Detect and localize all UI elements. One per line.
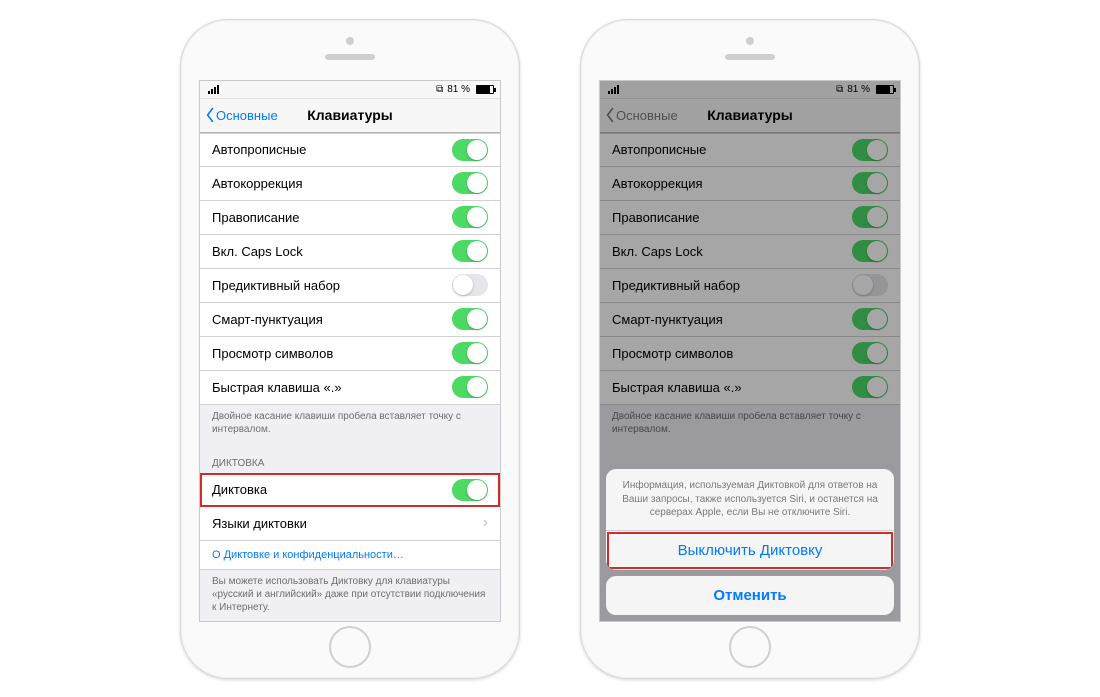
settings-list[interactable]: Автопрописные Автокоррекция Правописание Вк… (200, 133, 500, 621)
back-button[interactable]: Основные (204, 107, 278, 123)
camera-dot (346, 37, 354, 45)
action-sheet-group: Информация, используемая Диктовкой для о… (606, 469, 894, 570)
settings-row[interactable]: Просмотр символов (200, 337, 500, 371)
settings-row-label: Вкл. Caps Lock (212, 244, 303, 259)
chevron-right-icon: › (483, 514, 488, 532)
dictation-privacy-link[interactable]: О Диктовке и конфиденциальности… (200, 541, 500, 570)
settings-footer: Двойное касание клавиши пробела вставляе… (200, 405, 500, 447)
phone-frame-left: ⧉ 81 % Основные Клавиатуры Автопрописные… (180, 19, 520, 679)
dictation-languages-row[interactable]: Языки диктовки › (200, 507, 500, 541)
settings-toggle[interactable] (452, 342, 488, 364)
dictation-header: ДИКТОВКА (200, 447, 500, 473)
back-label: Основные (216, 108, 278, 123)
settings-toggle[interactable] (452, 139, 488, 161)
settings-row[interactable]: Быстрая клавиша «.» (200, 371, 500, 405)
settings-row-label: Автопрописные (212, 142, 306, 157)
nav-title: Клавиатуры (307, 107, 393, 123)
settings-row[interactable]: Вкл. Caps Lock (200, 235, 500, 269)
settings-toggle[interactable] (452, 240, 488, 262)
settings-row-label: Правописание (212, 210, 300, 225)
home-button[interactable] (329, 626, 371, 668)
action-sheet-cancel-group: Отменить (606, 576, 894, 615)
nav-bar: Основные Клавиатуры (200, 99, 500, 133)
settings-toggle[interactable] (452, 206, 488, 228)
settings-row-label: Смарт-пунктуация (212, 312, 323, 327)
camera-dot (746, 37, 754, 45)
battery-percent: 81 % (447, 84, 470, 95)
dictation-footer: Вы можете использовать Диктовку для клав… (200, 570, 500, 621)
status-bar: ⧉ 81 % (200, 81, 500, 99)
dictation-toggle[interactable] (452, 479, 488, 501)
settings-row[interactable]: Правописание (200, 201, 500, 235)
settings-row[interactable]: Предиктивный набор (200, 269, 500, 303)
settings-toggle[interactable] (452, 172, 488, 194)
battery-icon (476, 85, 494, 94)
speaker-slot (725, 54, 775, 60)
settings-row[interactable]: Смарт-пунктуация (200, 303, 500, 337)
action-sheet-message: Информация, используемая Диктовкой для о… (606, 469, 894, 531)
phone-frame-right: ⧉ 81 % Основные Клавиатуры Автопрописные… (580, 19, 920, 679)
signal-icon (206, 85, 219, 94)
screen-right: ⧉ 81 % Основные Клавиатуры Автопрописные… (599, 80, 901, 622)
settings-row-label: Предиктивный набор (212, 278, 340, 293)
home-button[interactable] (729, 626, 771, 668)
cancel-button[interactable]: Отменить (606, 576, 894, 615)
settings-toggle[interactable] (452, 308, 488, 330)
dictation-languages-label: Языки диктовки (212, 516, 307, 531)
settings-toggle[interactable] (452, 376, 488, 398)
screen-left: ⧉ 81 % Основные Клавиатуры Автопрописные… (199, 80, 501, 622)
speaker-slot (325, 54, 375, 60)
settings-row-label: Автокоррекция (212, 176, 303, 191)
wifi-icon: ⧉ (436, 84, 443, 95)
action-sheet: Информация, используемая Диктовкой для о… (606, 469, 894, 615)
settings-row[interactable]: Автопрописные (200, 133, 500, 167)
chevron-left-icon (204, 107, 216, 123)
dictation-row[interactable]: Диктовка (200, 473, 500, 507)
settings-row-label: Быстрая клавиша «.» (212, 380, 342, 395)
settings-row[interactable]: Автокоррекция (200, 167, 500, 201)
dictation-label: Диктовка (212, 482, 267, 497)
settings-row-label: Просмотр символов (212, 346, 333, 361)
disable-dictation-button[interactable]: Выключить Диктовку (606, 531, 894, 570)
settings-toggle[interactable] (452, 274, 488, 296)
